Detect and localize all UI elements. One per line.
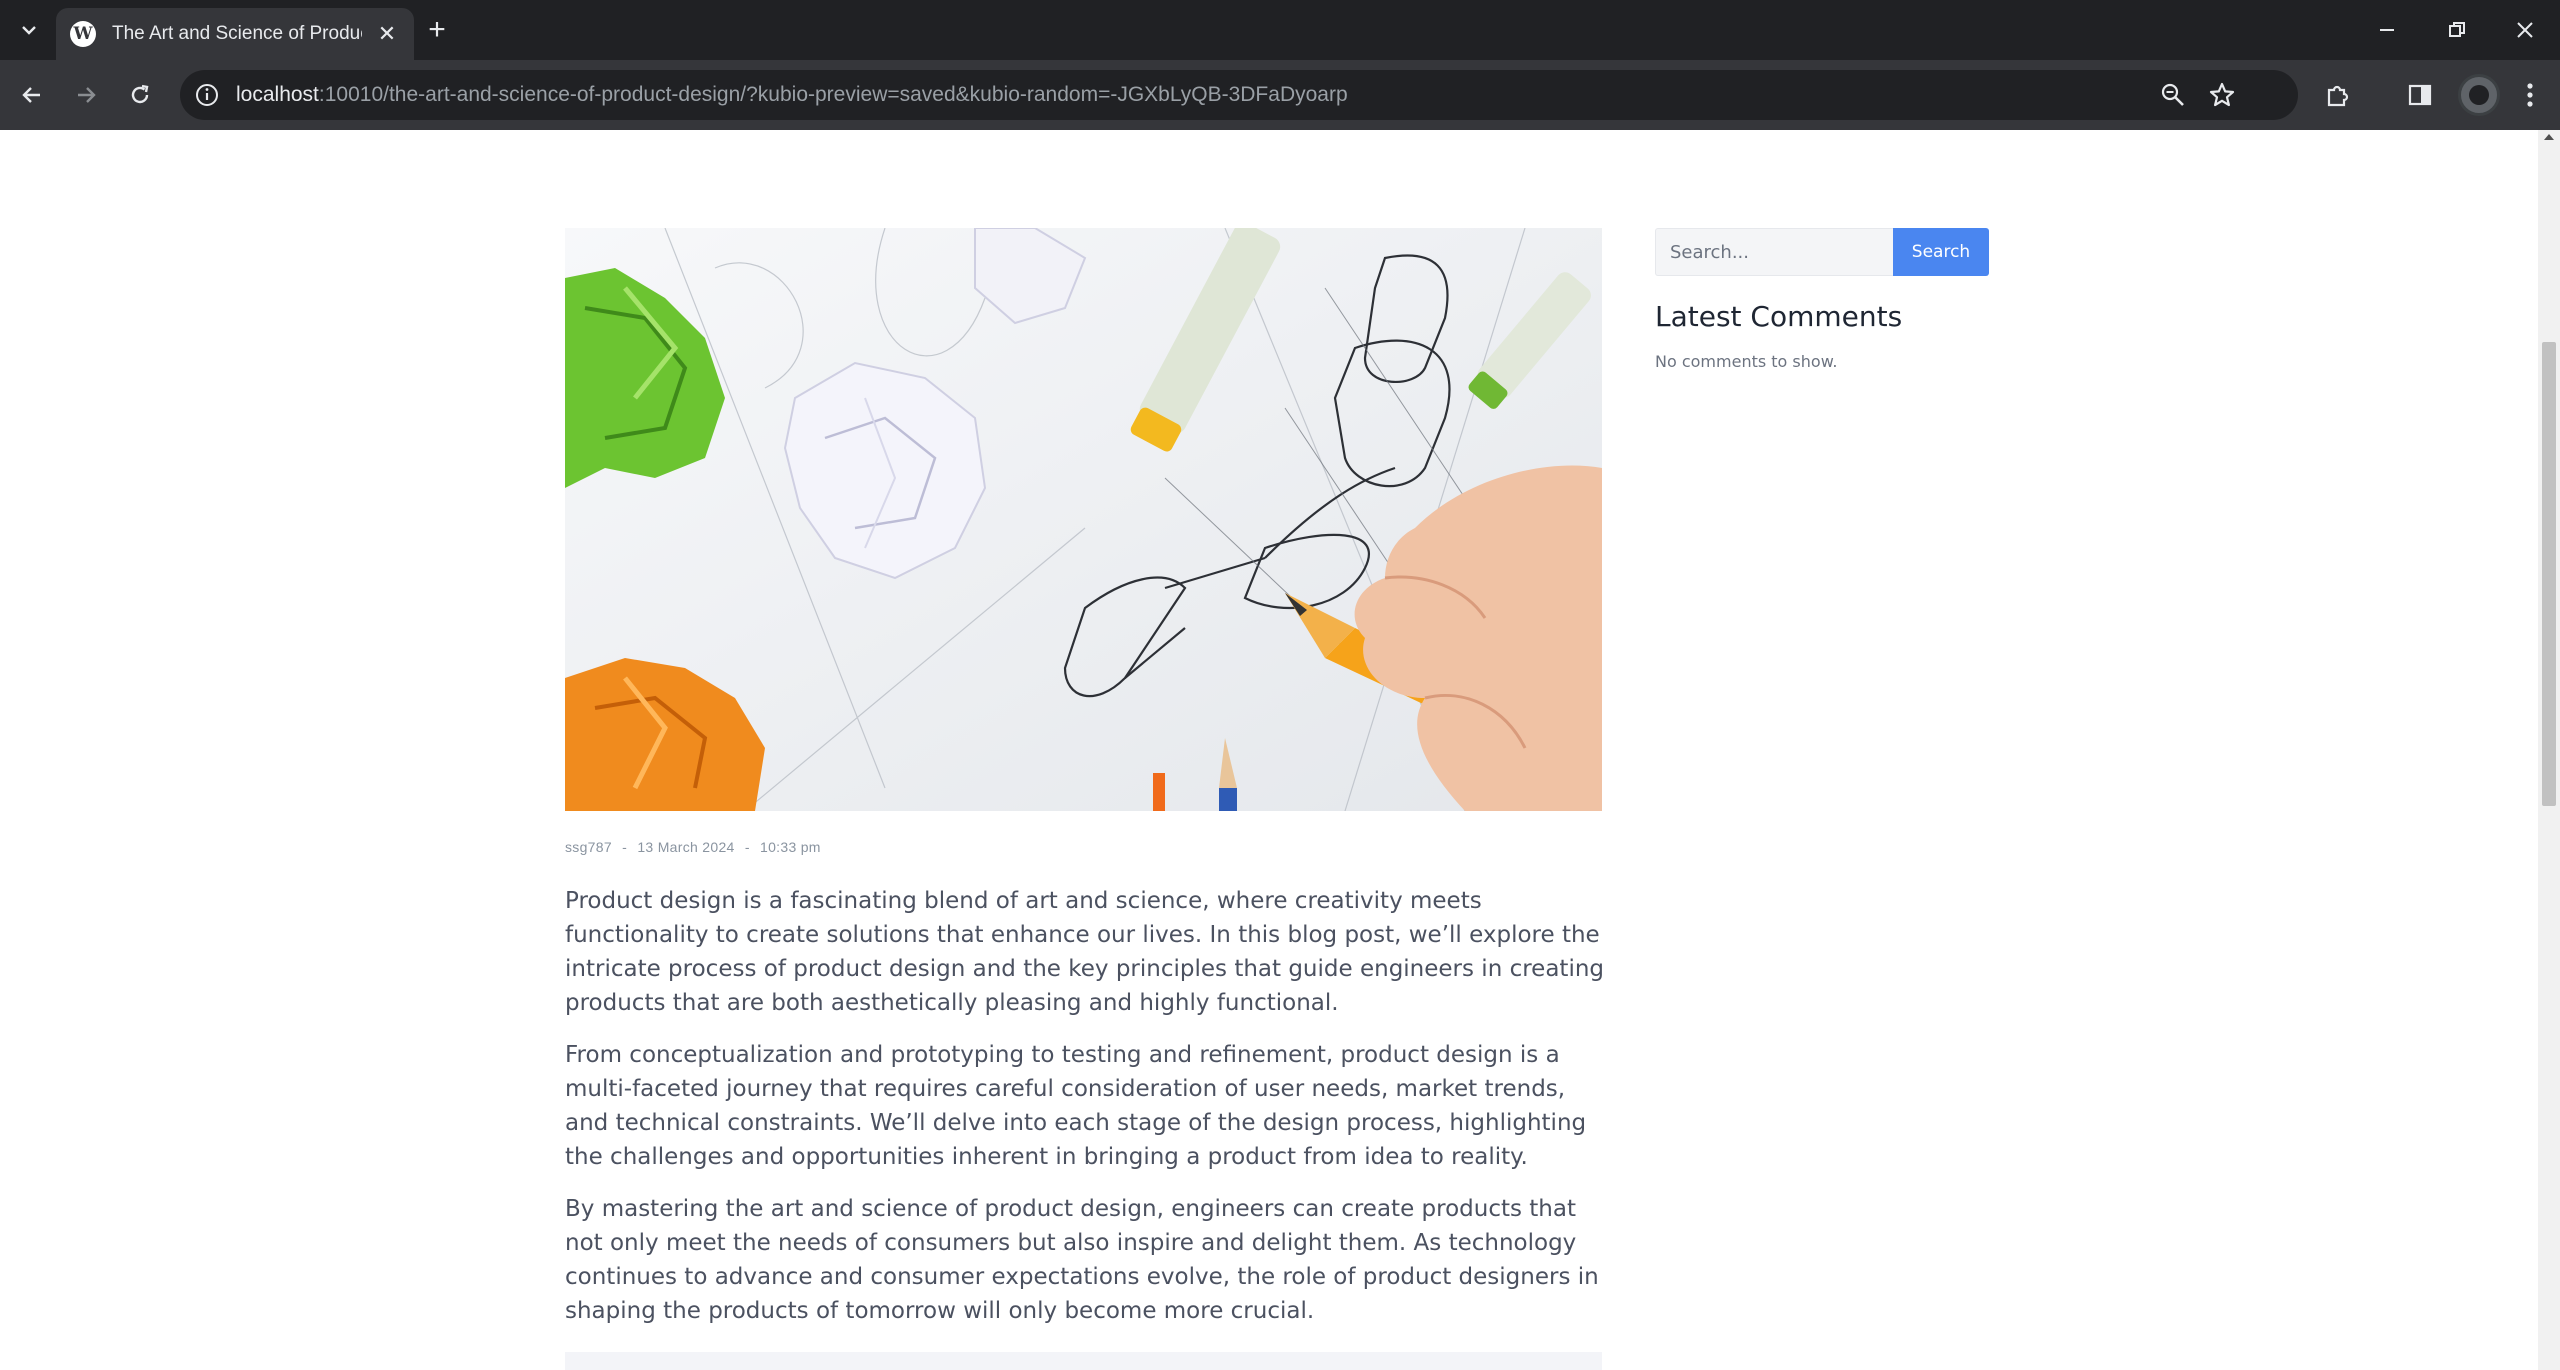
restore-button[interactable] xyxy=(2422,0,2492,60)
meta-separator: - xyxy=(744,839,750,855)
side-panel-icon xyxy=(2408,84,2432,106)
browser-toolbar: localhost:10010/the-art-and-science-of-p… xyxy=(0,60,2560,130)
minimize-icon xyxy=(2380,29,2394,31)
post-paragraph: By mastering the art and science of prod… xyxy=(565,1196,1599,1324)
scroll-up-arrow-icon[interactable] xyxy=(2544,134,2554,140)
next-content-block xyxy=(565,1352,1602,1370)
new-tab-button[interactable]: + xyxy=(420,14,454,48)
post-date[interactable]: 13 March 2024 xyxy=(637,839,734,855)
side-panel-button[interactable] xyxy=(2402,77,2438,113)
more-vertical-icon xyxy=(2527,83,2533,107)
browser-menu-button[interactable] xyxy=(2512,77,2548,113)
restore-icon xyxy=(2449,22,2465,37)
post-paragraph: From conceptualization and prototyping t… xyxy=(565,1042,1587,1170)
tab-close-icon[interactable]: ✕ xyxy=(374,21,400,47)
post-content: Product design is a fascinating blend of… xyxy=(565,884,1605,1346)
wordpress-icon: W xyxy=(70,21,96,47)
url-path: :10010/the-art-and-science-of-product-de… xyxy=(318,83,1348,106)
puzzle-icon xyxy=(2327,85,2349,107)
no-comments-text: No comments to show. xyxy=(1655,352,1838,371)
url-host: localhost xyxy=(236,83,319,106)
site-info-icon[interactable] xyxy=(194,82,220,108)
page-scrollbar[interactable] xyxy=(2538,130,2560,1370)
forward-button[interactable] xyxy=(64,73,108,117)
featured-image xyxy=(565,228,1602,811)
search-input[interactable] xyxy=(1655,228,1894,276)
tab-title: The Art and Science of Product Design xyxy=(112,23,362,44)
meta-separator: - xyxy=(622,839,628,855)
browser-tab-active[interactable]: W The Art and Science of Product Design … xyxy=(56,8,414,60)
close-icon xyxy=(2517,22,2533,38)
post-author[interactable]: ssg787 xyxy=(565,839,612,855)
post-meta: ssg787 - 13 March 2024 - 10:33 pm xyxy=(565,839,827,855)
page-viewport: ssg787 - 13 March 2024 - 10:33 pm Produc… xyxy=(0,130,2538,1370)
arrow-right-icon xyxy=(78,87,96,103)
extensions-button[interactable] xyxy=(2320,77,2356,113)
scrollbar-thumb[interactable] xyxy=(2542,342,2556,806)
profile-avatar[interactable] xyxy=(2458,74,2500,116)
url-text: localhost:10010/the-art-and-science-of-p… xyxy=(236,83,1348,107)
post-paragraph: Product design is a fascinating blend of… xyxy=(565,888,1605,1016)
reload-icon xyxy=(131,84,149,104)
zoom-icon[interactable] xyxy=(2160,82,2186,108)
bookmark-star-icon[interactable] xyxy=(2208,81,2236,109)
tab-search-button[interactable] xyxy=(10,12,48,48)
arrow-left-icon xyxy=(22,87,40,103)
post-time: 10:33 pm xyxy=(760,839,821,855)
search-button[interactable]: Search xyxy=(1893,228,1989,276)
address-bar[interactable]: localhost:10010/the-art-and-science-of-p… xyxy=(180,70,2298,120)
close-window-button[interactable] xyxy=(2490,0,2560,60)
reload-button[interactable] xyxy=(118,73,162,117)
minimize-button[interactable] xyxy=(2352,0,2422,60)
back-button[interactable] xyxy=(10,73,54,117)
chevron-down-icon xyxy=(22,26,36,35)
tab-strip: W The Art and Science of Product Design … xyxy=(0,0,2560,60)
sketching-illustration xyxy=(565,228,1602,811)
latest-comments-title: Latest Comments xyxy=(1655,300,1903,333)
